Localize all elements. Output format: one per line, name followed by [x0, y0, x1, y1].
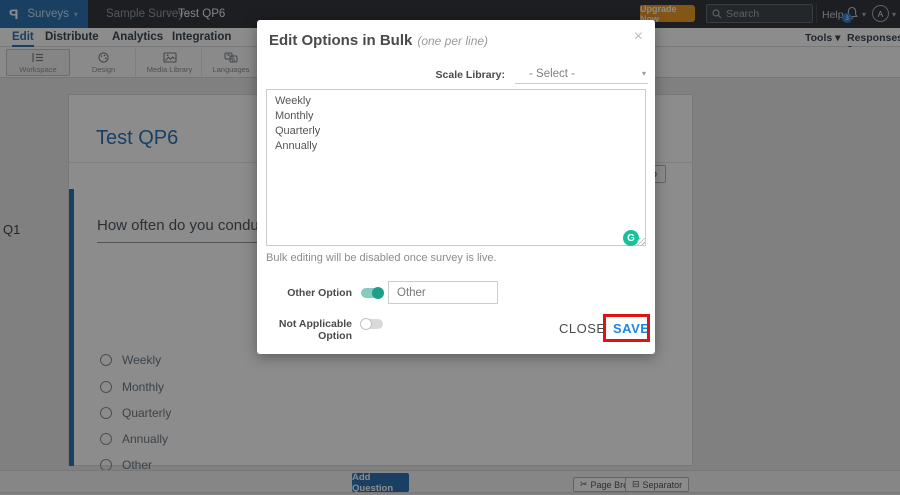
textarea-resize-handle[interactable]: [637, 238, 645, 246]
close-button[interactable]: CLOSE: [559, 321, 606, 336]
bulk-options-textarea[interactable]: Weekly Monthly Quarterly Annually: [266, 89, 646, 246]
toggle-knob: [360, 318, 372, 330]
other-option-toggle[interactable]: [361, 287, 384, 299]
modal-subtitle: (one per line): [417, 34, 489, 48]
bulk-editing-note: Bulk editing will be disabled once surve…: [266, 252, 497, 264]
not-applicable-option-label: Not Applicable Option: [278, 318, 352, 342]
questionpro-survey-editor: P Surveys ▾ Sample Surveys > Test QP6 Up…: [0, 0, 900, 495]
other-option-label: Other Option: [287, 287, 352, 299]
edit-options-in-bulk-modal: Edit Options in Bulk (one per line) × Sca…: [257, 20, 655, 354]
scale-library-select[interactable]: - Select - ▾: [515, 66, 648, 84]
other-option-input[interactable]: [388, 281, 498, 304]
close-icon[interactable]: ×: [634, 28, 643, 46]
save-highlight-annotation: [603, 314, 650, 342]
scale-library-row: Scale Library: - Select - ▾: [436, 66, 648, 84]
not-applicable-toggle[interactable]: [360, 318, 383, 330]
modal-title: Edit Options in Bulk (one per line): [269, 32, 488, 49]
toggle-knob: [372, 287, 384, 299]
chevron-down-icon: ▾: [641, 69, 646, 78]
scale-library-value: - Select -: [529, 68, 576, 80]
scale-library-label: Scale Library:: [435, 69, 505, 81]
modal-title-text: Edit Options in Bulk: [269, 32, 413, 49]
